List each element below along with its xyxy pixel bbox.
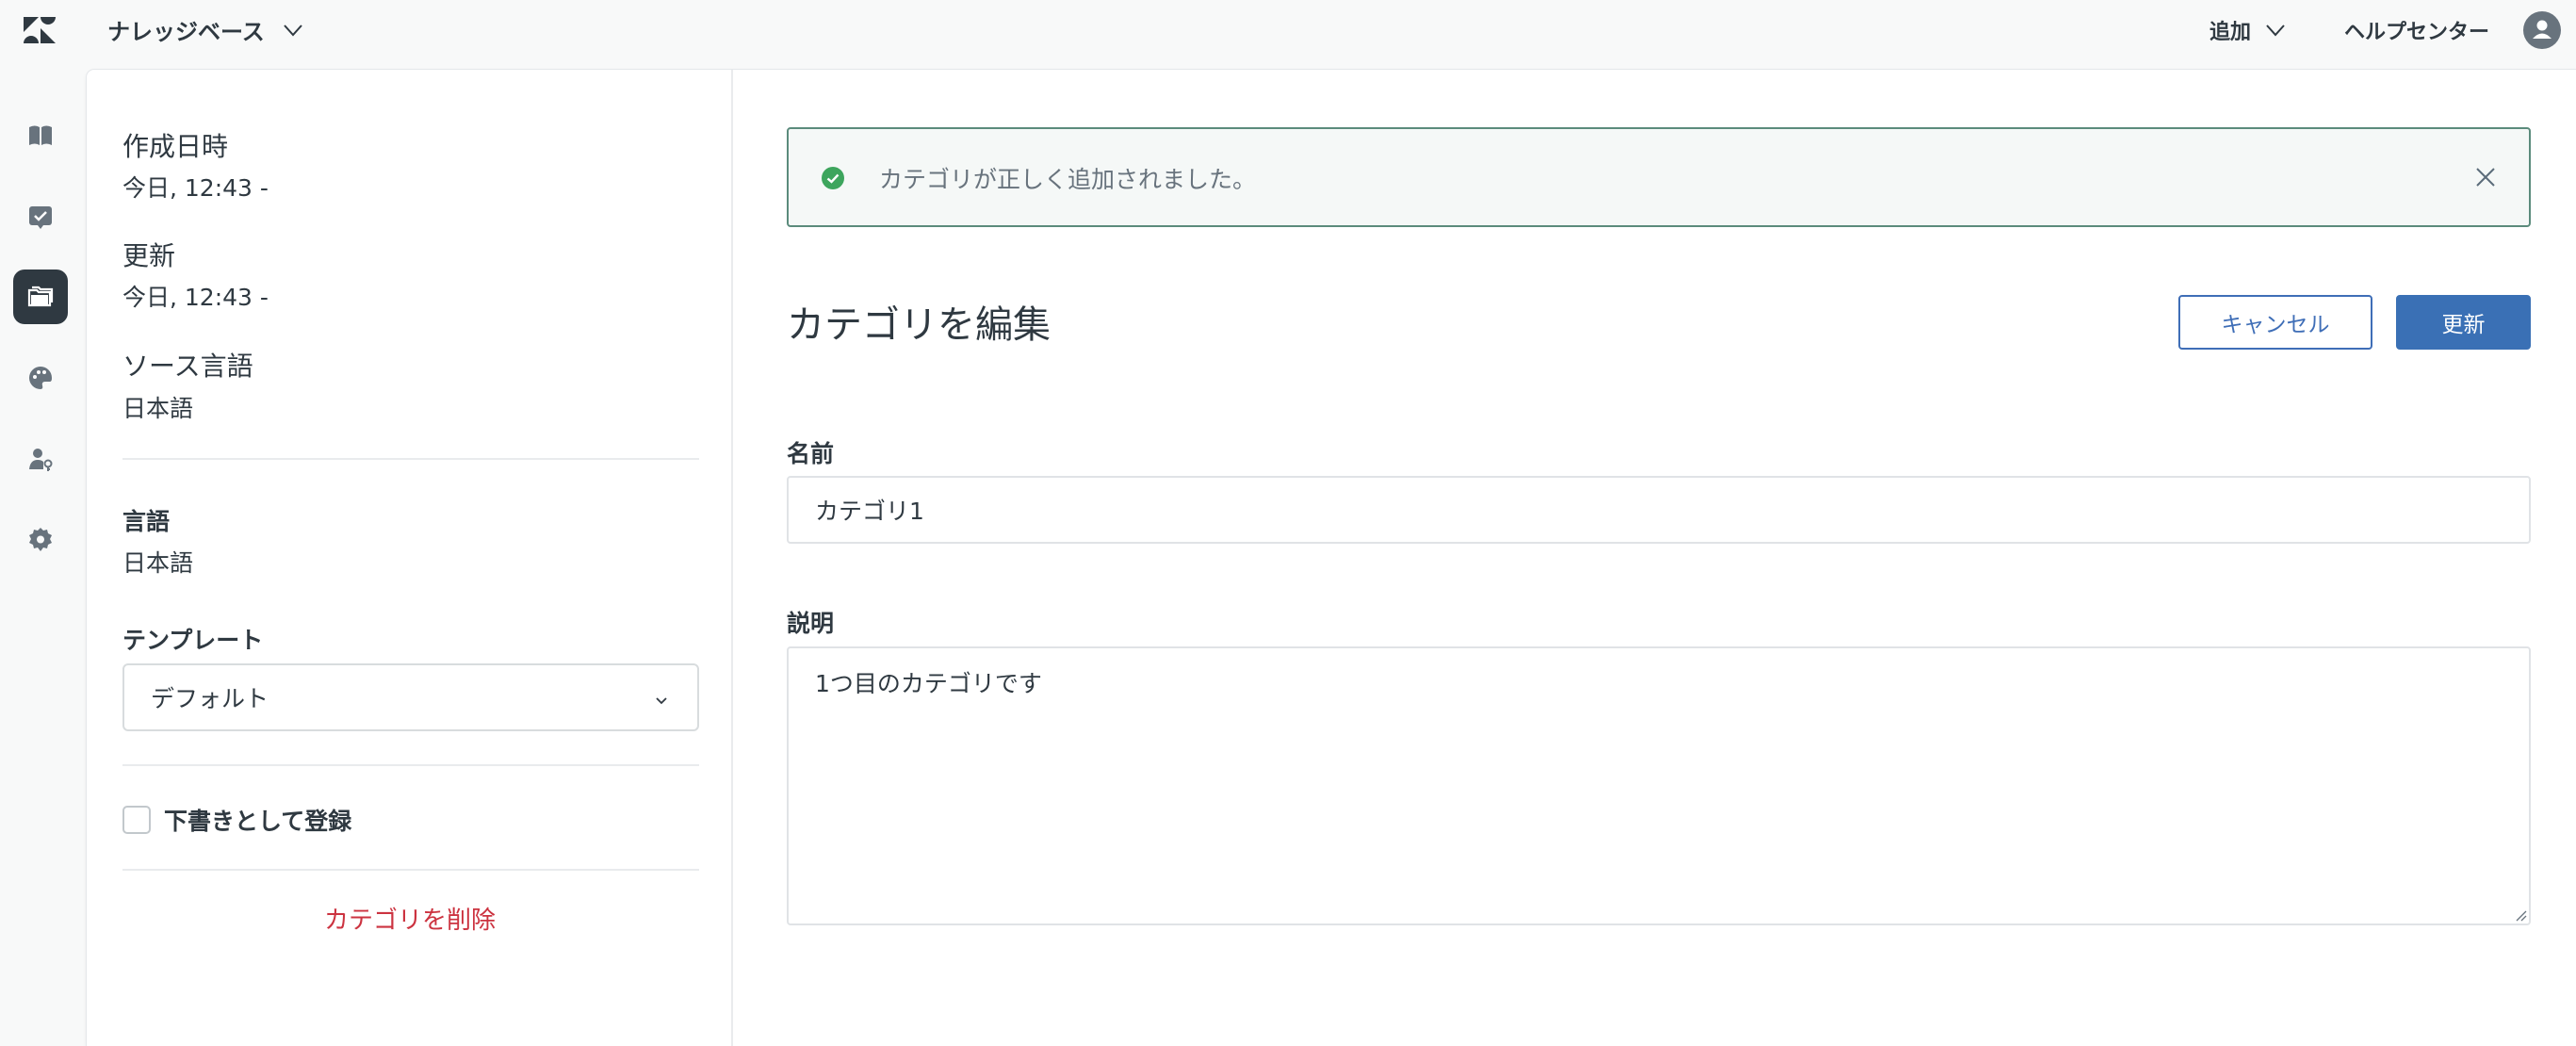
zendesk-logo-icon[interactable]: [23, 15, 57, 45]
top-bar: ナレッジベース 追加 ヘルプセンター: [0, 0, 2576, 60]
update-button[interactable]: 更新: [2396, 295, 2531, 350]
nav-item-user-permissions[interactable]: [13, 432, 68, 486]
template-selected-value: デフォルト: [151, 685, 269, 712]
language-label: 言語: [122, 508, 171, 535]
draft-checkbox-label[interactable]: 下書きとして登録: [164, 803, 351, 837]
draft-checkbox[interactable]: [122, 806, 151, 834]
chevron-down-icon: [656, 697, 667, 705]
name-input-value: カテゴリ1: [815, 498, 924, 525]
created-label: 作成日時: [122, 131, 229, 162]
updated-value: 今日, 12:43 -: [122, 284, 269, 311]
template-select[interactable]: デフォルト: [122, 663, 699, 731]
nav-item-settings[interactable]: [13, 513, 68, 567]
created-value: 今日, 12:43 -: [122, 174, 269, 202]
name-input[interactable]: カテゴリ1: [787, 476, 2531, 544]
cancel-button[interactable]: キャンセル: [2178, 295, 2372, 350]
template-label: テンプレート: [122, 627, 264, 654]
primary-nav: [0, 60, 81, 1046]
updated-label: 更新: [122, 240, 176, 271]
nav-item-guide[interactable]: [13, 108, 68, 163]
book-icon: [29, 125, 52, 145]
palette-icon: [29, 367, 52, 389]
chevron-down-icon: [2266, 25, 2285, 37]
divider: [122, 458, 699, 460]
folder-icon: [27, 286, 54, 307]
edit-category-form: カテゴリが正しく追加されました。 カテゴリを編集 キャンセル 更新 名前 カテゴ…: [733, 70, 2576, 1046]
chevron-down-icon: [284, 24, 302, 36]
check-circle-icon: [822, 167, 844, 189]
gear-icon: [29, 528, 52, 551]
product-name: ナレッジベース: [107, 19, 265, 45]
user-icon: [2533, 20, 2552, 39]
close-icon[interactable]: [2470, 162, 2501, 192]
add-menu-button[interactable]: 追加: [2209, 15, 2287, 45]
nav-item-appearance[interactable]: [13, 351, 68, 405]
add-menu-label: 追加: [2209, 21, 2252, 44]
properties-sidebar: 作成日時 今日, 12:43 - 更新 今日, 12:43 - ソース言語 日本…: [87, 70, 733, 1046]
avatar[interactable]: [2523, 11, 2561, 49]
product-switcher[interactable]: ナレッジベース: [107, 13, 304, 46]
divider: [122, 764, 699, 766]
description-label: 説明: [787, 610, 835, 637]
alert-message: カテゴリが正しく追加されました。: [879, 166, 1257, 193]
name-label: 名前: [787, 440, 835, 467]
draft-checkbox-row[interactable]: 下書きとして登録: [122, 803, 351, 837]
source-language-value: 日本語: [122, 395, 194, 422]
divider: [122, 869, 699, 871]
help-center-link[interactable]: ヘルプセンター: [2344, 15, 2489, 45]
nav-item-content[interactable]: [13, 270, 68, 324]
checklist-icon: [29, 206, 52, 229]
nav-item-tasks[interactable]: [13, 189, 68, 244]
resize-handle-icon[interactable]: [2514, 908, 2527, 922]
success-alert: カテゴリが正しく追加されました。: [787, 127, 2531, 227]
source-language-label: ソース言語: [122, 351, 253, 382]
language-value: 日本語: [122, 549, 194, 577]
user-key-icon: [29, 449, 53, 471]
content-panel: 作成日時 今日, 12:43 - 更新 今日, 12:43 - ソース言語 日本…: [87, 70, 2576, 1046]
description-textarea[interactable]: 1つ目のカテゴリです: [787, 646, 2531, 925]
description-value: 1つ目のカテゴリです: [815, 670, 1042, 697]
page-title: カテゴリを編集: [787, 303, 1051, 347]
delete-category-link[interactable]: カテゴリを削除: [87, 901, 733, 936]
